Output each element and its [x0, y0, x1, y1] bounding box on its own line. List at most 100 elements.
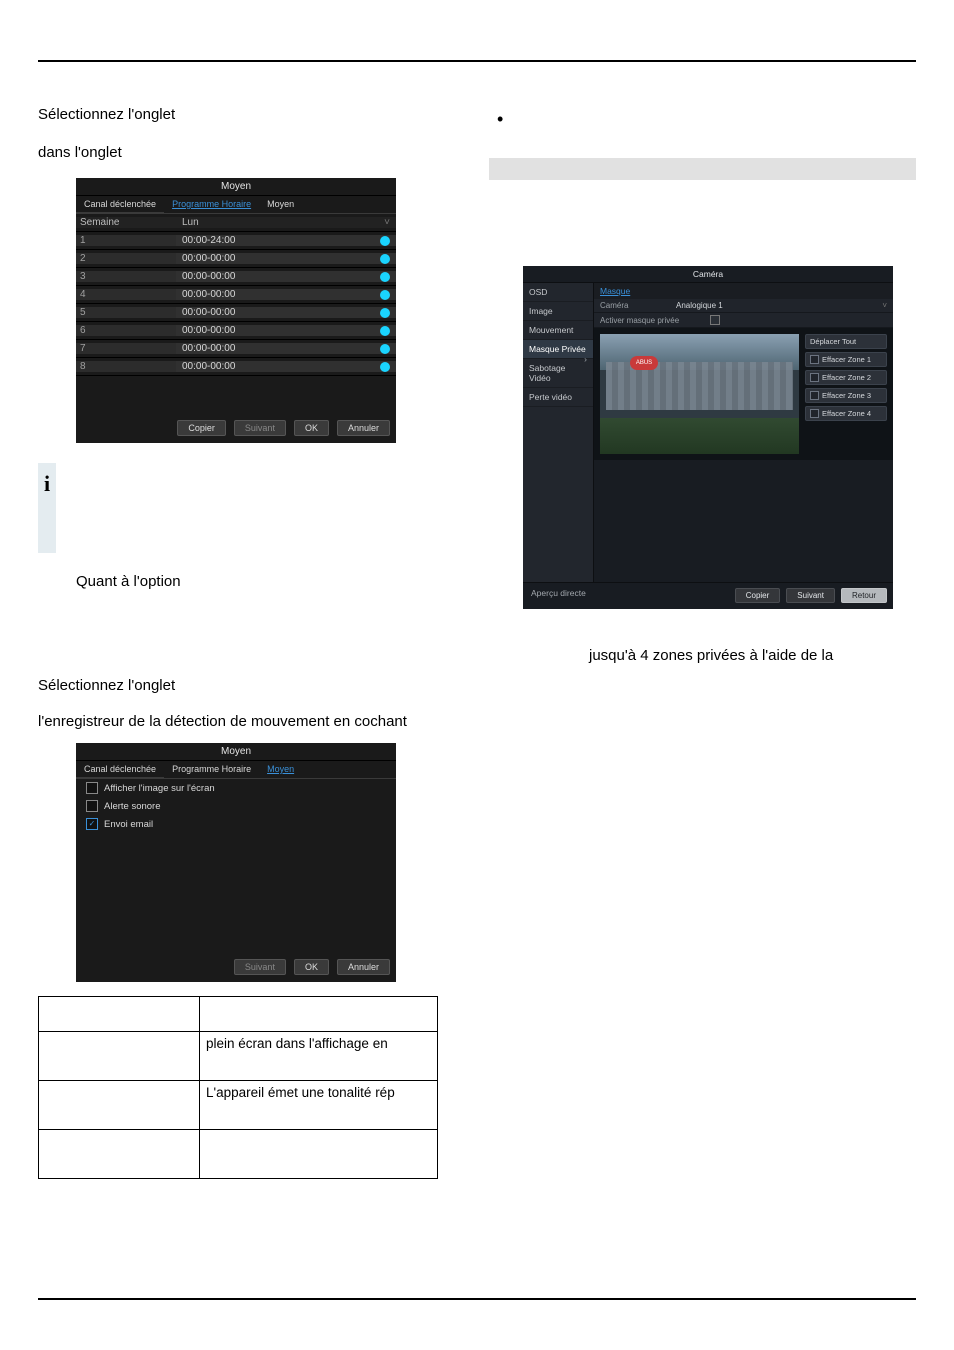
camera-window: Caméra OSD Image Mouvement Masque Privée…	[523, 266, 893, 609]
schedule-row: 4 00:00-00:00	[76, 286, 396, 304]
side-osd[interactable]: OSD	[523, 283, 593, 302]
tab-canal[interactable]: Canal déclenchée	[76, 761, 164, 778]
btn-clear-zone-3[interactable]: Effacer Zone 3	[805, 388, 887, 403]
side-masque-active[interactable]: Masque Privée›	[523, 340, 593, 359]
checkbox-checked-icon[interactable]	[86, 818, 98, 830]
tab-programme[interactable]: Programme Horaire	[164, 761, 259, 778]
btn-clear-zone-1[interactable]: Effacer Zone 1	[805, 352, 887, 367]
gear-icon[interactable]	[380, 272, 390, 282]
table-cell	[200, 997, 438, 1032]
schedule-row: 3 00:00-00:00	[76, 268, 396, 286]
preview-label[interactable]: Aperçu directe	[529, 588, 729, 603]
camera-subtab[interactable]: Masque	[594, 283, 893, 299]
chevron-down-icon: ˅	[384, 217, 390, 228]
moyen-footer: Suivant OK Annuler	[76, 953, 396, 982]
bottom-rule	[38, 1298, 916, 1300]
btn-move-all[interactable]: Déplacer Tout	[805, 334, 887, 349]
side-mouvement[interactable]: Mouvement	[523, 321, 593, 340]
description-table: plein écran dans l'affichage en L'appare…	[38, 996, 438, 1179]
next-button[interactable]: Suivant	[234, 959, 286, 975]
tab-moyen[interactable]: Moyen	[259, 196, 302, 213]
ok-button[interactable]: OK	[294, 959, 329, 975]
top-rule	[38, 60, 916, 62]
schedule-title: Moyen	[76, 178, 396, 196]
gear-icon[interactable]	[380, 308, 390, 318]
gear-icon[interactable]	[380, 290, 390, 300]
checkbox-icon	[810, 409, 819, 418]
chevron-down-icon: ˅	[882, 301, 887, 310]
tab-programme[interactable]: Programme Horaire	[164, 196, 259, 213]
schedule-row-range[interactable]: 00:00-24:00	[176, 235, 396, 246]
schedule-window: Moyen Canal déclenchée Programme Horaire…	[76, 178, 396, 443]
schedule-header-row: Semaine Lun ˅	[76, 214, 396, 232]
gear-icon[interactable]	[380, 362, 390, 372]
moyen-window: Moyen Canal déclenchée Programme Horaire…	[76, 743, 396, 982]
ok-button[interactable]: OK	[294, 420, 329, 436]
schedule-row: 8 00:00-00:00	[76, 358, 396, 376]
checkbox-icon[interactable]	[86, 782, 98, 794]
checkbox-icon	[810, 373, 819, 382]
btn-clear-zone-4[interactable]: Effacer Zone 4	[805, 406, 887, 421]
next-button[interactable]: Suivant	[786, 588, 835, 603]
camera-preview[interactable]: ABUS	[600, 334, 799, 454]
gear-icon[interactable]	[380, 344, 390, 354]
camera-enable-row[interactable]: Activer masque privée	[594, 313, 893, 328]
tab-canal[interactable]: Canal déclenchée	[76, 196, 164, 213]
schedule-row-num: 1	[76, 235, 176, 246]
building-sign: ABUS	[630, 356, 658, 370]
checkbox-icon[interactable]	[710, 315, 720, 325]
schedule-row: 5 00:00-00:00	[76, 304, 396, 322]
copy-button[interactable]: Copier	[735, 588, 781, 603]
checkbox-icon[interactable]	[86, 800, 98, 812]
opt-send-email[interactable]: Envoi email	[76, 815, 396, 833]
camera-action-list: Déplacer Tout Effacer Zone 1 Effacer Zon…	[805, 334, 887, 454]
table-cell: plein écran dans l'affichage en	[200, 1032, 438, 1081]
camera-main: Masque Caméra Analogique 1 ˅ Activer mas…	[594, 283, 893, 582]
gear-icon[interactable]	[380, 326, 390, 336]
camera-fill	[594, 460, 893, 582]
schedule-row: 7 00:00-00:00	[76, 340, 396, 358]
gear-icon[interactable]	[380, 236, 390, 246]
side-sabotage[interactable]: Sabotage Vidéo	[523, 359, 593, 388]
lower-select: Sélectionnez l'onglet	[38, 677, 465, 695]
camera-sidebar: OSD Image Mouvement Masque Privée› Sabot…	[523, 283, 594, 582]
schedule-row: 2 00:00-00:00	[76, 250, 396, 268]
table-cell	[39, 1130, 200, 1179]
gear-icon[interactable]	[380, 254, 390, 264]
info-icon: i	[38, 463, 56, 553]
option-line: Quant à l'option	[76, 573, 465, 591]
moyen-tabs: Canal déclenchée Programme Horaire Moyen	[76, 761, 396, 779]
back-button[interactable]: Retour	[841, 588, 887, 603]
tab-moyen-active[interactable]: Moyen	[259, 761, 302, 778]
camera-footer: Aperçu directe Copier Suivant Retour	[523, 582, 893, 609]
bullet-icon: •	[497, 110, 503, 128]
opt-show-image[interactable]: Afficher l'image sur l'écran	[76, 779, 396, 797]
camera-preview-area: ABUS Déplacer Tout Effacer Zone 1 Efface…	[594, 328, 893, 460]
camera-select-row[interactable]: Caméra Analogique 1 ˅	[594, 299, 893, 313]
side-perte[interactable]: Perte vidéo	[523, 388, 593, 407]
checkbox-icon	[810, 391, 819, 400]
schedule-row: 1 00:00-24:00	[76, 232, 396, 250]
cancel-button[interactable]: Annuler	[337, 420, 390, 436]
copy-button[interactable]: Copier	[177, 420, 226, 436]
schedule-footer: Copier Suivant OK Annuler	[76, 414, 396, 443]
grey-header-bar	[489, 158, 916, 180]
moyen-title: Moyen	[76, 743, 396, 761]
table-cell: L'appareil émet une tonalité rép	[200, 1081, 438, 1130]
lower-line-2: l'enregistreur de la détection de mouvem…	[38, 713, 465, 731]
schedule-day-select[interactable]: Lun ˅	[176, 217, 396, 228]
table-cell	[39, 1081, 200, 1130]
side-image[interactable]: Image	[523, 302, 593, 321]
left-text-select-1: Sélectionnez l'onglet	[38, 106, 465, 124]
camera-title: Caméra	[523, 266, 893, 283]
btn-clear-zone-2[interactable]: Effacer Zone 2	[805, 370, 887, 385]
schedule-day-value: Lun	[182, 217, 199, 228]
opt-alert-sound[interactable]: Alerte sonore	[76, 797, 396, 815]
cancel-button[interactable]: Annuler	[337, 959, 390, 975]
table-cell	[200, 1130, 438, 1179]
moyen-body-fill	[76, 833, 396, 953]
schedule-body-fill	[76, 376, 396, 414]
schedule-row: 6 00:00-00:00	[76, 322, 396, 340]
chevron-right-icon: ›	[584, 354, 587, 364]
next-button[interactable]: Suivant	[234, 420, 286, 436]
